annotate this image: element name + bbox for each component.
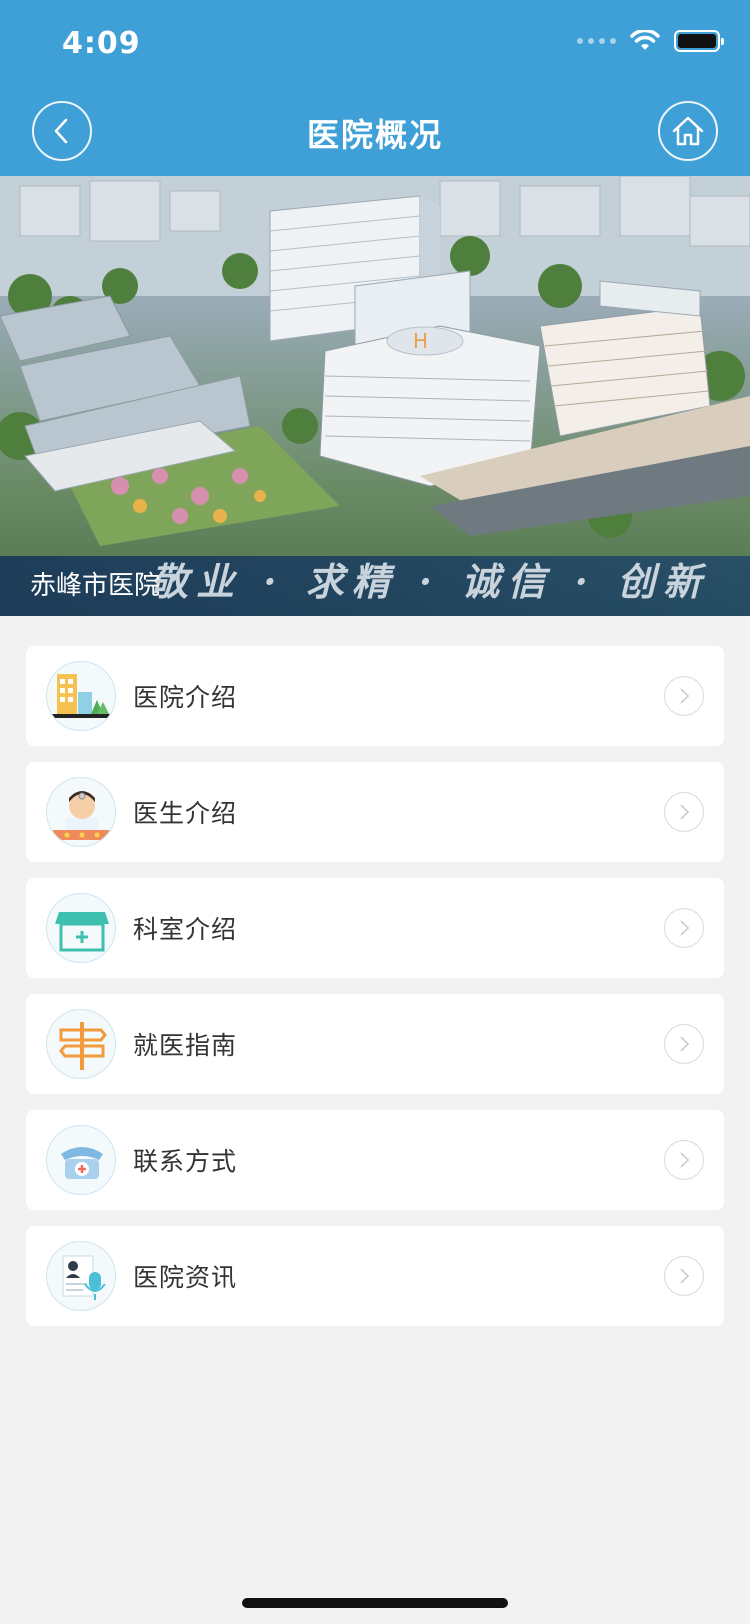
hospital-aerial-image: H (0, 176, 750, 546)
banner-caption: 赤峰市医院 (30, 571, 161, 601)
page-title: 医院概况 (306, 116, 443, 154)
chevron-right-icon (664, 908, 704, 948)
hospital-banner[interactable]: H 敬业 · 求精 · 诚信 · 创新 赤峰市医院 (0, 176, 750, 616)
menu-item-label: 科室介绍 (133, 915, 238, 944)
svg-text:H: H (413, 329, 428, 353)
hospital-building-icon (46, 661, 116, 731)
doctor-icon (46, 777, 116, 847)
home-icon (672, 116, 704, 146)
menu-item-label: 医院介绍 (133, 683, 238, 712)
department-icon (46, 893, 116, 963)
menu-item-doctor-intro[interactable]: 医生介绍 (26, 762, 724, 862)
chevron-right-icon (664, 1140, 704, 1180)
chevron-right-icon (664, 1024, 704, 1064)
battery-icon (674, 30, 724, 52)
signpost-icon (46, 1009, 116, 1079)
menu-item-contact[interactable]: 联系方式 (26, 1110, 724, 1210)
menu-list: 医院介绍 医生介绍 科室介绍 就医指南 联系方式 医院资讯 (26, 646, 724, 1342)
menu-item-label: 医院资讯 (133, 1263, 238, 1292)
header: 4:09 医院概况 (0, 0, 750, 176)
menu-item-label: 联系方式 (133, 1147, 238, 1176)
chevron-right-icon (664, 1256, 704, 1296)
menu-item-label: 医生介绍 (133, 799, 238, 828)
menu-item-hospital-news[interactable]: 医院资讯 (26, 1226, 724, 1326)
status-icons (577, 30, 724, 52)
home-button[interactable] (658, 101, 718, 161)
status-time: 4:09 (62, 26, 141, 61)
menu-item-hospital-intro[interactable]: 医院介绍 (26, 646, 724, 746)
home-indicator[interactable] (242, 1598, 508, 1608)
menu-item-visit-guide[interactable]: 就医指南 (26, 994, 724, 1094)
menu-item-department-intro[interactable]: 科室介绍 (26, 878, 724, 978)
chevron-right-icon (664, 792, 704, 832)
telephone-icon (46, 1125, 116, 1195)
chevron-right-icon (664, 676, 704, 716)
news-icon (46, 1241, 116, 1311)
wifi-icon (630, 30, 660, 50)
cellular-signal-icon (577, 38, 616, 44)
banner-motto: 敬业 · 求精 · 诚信 · 创新 (150, 559, 710, 604)
menu-item-label: 就医指南 (133, 1031, 238, 1060)
